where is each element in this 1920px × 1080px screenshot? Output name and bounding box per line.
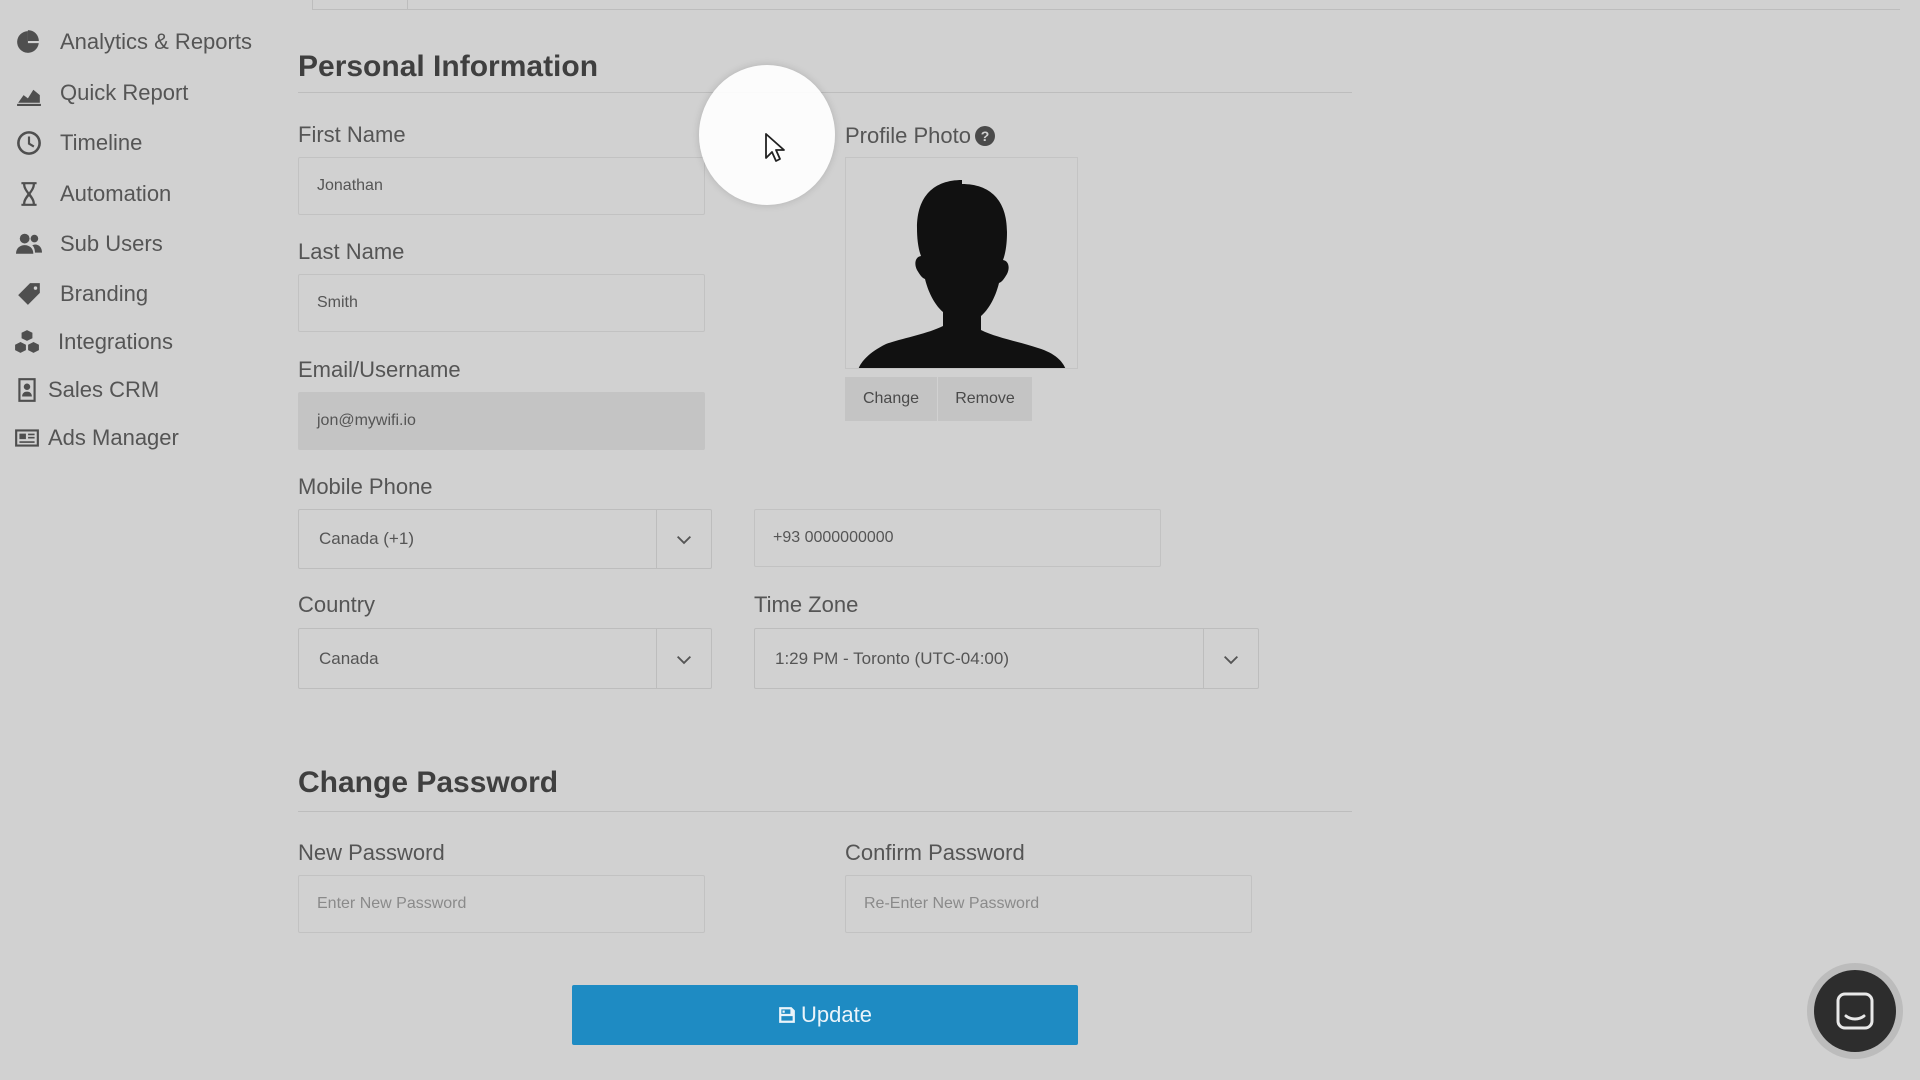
sidebar-item-integrations[interactable]: Integrations [12, 322, 173, 362]
last-name-input[interactable]: Smith [298, 274, 705, 332]
sidebar-item-label: Ads Manager [48, 425, 179, 450]
last-name-label: Last Name [298, 239, 405, 264]
hourglass-icon [14, 179, 44, 209]
timezone-value: 1:29 PM - Toronto (UTC-04:00) [775, 648, 1009, 668]
section-title-personal: Personal Information [298, 50, 599, 83]
sidebar-item-label: Analytics & Reports [60, 29, 252, 54]
sidebar: Analytics & Reports Quick Report Timelin… [0, 0, 280, 1080]
confirm-password-label: Confirm Password [845, 840, 1025, 865]
sidebar-item-label: Quick Report [60, 80, 189, 105]
new-password-label: New Password [298, 840, 445, 865]
contact-card-icon [12, 375, 42, 405]
first-name-label: First Name [298, 122, 406, 147]
sidebar-item-label: Timeline [60, 130, 143, 155]
sidebar-item-automation[interactable]: Automation [14, 174, 171, 214]
chat-launcher-button[interactable] [1807, 963, 1903, 1059]
mouse-cursor-icon [765, 133, 785, 162]
email-label: Email/Username [298, 357, 461, 382]
confirm-password-input[interactable]: Re-Enter New Password [845, 875, 1252, 933]
top-tab[interactable] [312, 0, 408, 10]
sidebar-item-branding[interactable]: Branding [14, 274, 148, 314]
email-field[interactable]: jon@mywifi.io [298, 392, 705, 450]
profile-photo-label: Profile Photo? [845, 123, 995, 149]
update-button[interactable]: Update [572, 985, 1078, 1045]
save-icon [779, 1007, 795, 1023]
sidebar-item-ads-manager[interactable]: Ads Manager [12, 418, 179, 458]
area-chart-icon [14, 78, 44, 108]
sidebar-item-sales-crm[interactable]: Sales CRM [12, 370, 159, 410]
phone-country-select[interactable]: Canada (+1) [298, 509, 712, 569]
profile-photo [845, 157, 1078, 369]
section-divider [298, 811, 1352, 812]
sidebar-item-label: Branding [60, 281, 149, 306]
mobile-phone-label: Mobile Phone [298, 474, 433, 499]
country-select[interactable]: Canada [298, 628, 712, 689]
update-button-label: Update [801, 1002, 872, 1027]
section-divider [298, 92, 1352, 93]
change-photo-button[interactable]: Change [845, 377, 937, 421]
chevron-down-icon[interactable] [656, 510, 711, 568]
newspaper-icon [12, 423, 42, 453]
avatar-silhouette-icon [858, 180, 1066, 368]
phone-country-value: Canada (+1) [319, 529, 414, 548]
chevron-down-icon[interactable] [1203, 629, 1258, 688]
sidebar-item-quick-report[interactable]: Quick Report [14, 73, 188, 113]
sidebar-item-label: Sub Users [60, 231, 163, 256]
sidebar-item-label: Sales CRM [48, 377, 160, 402]
sidebar-item-sub-users[interactable]: Sub Users [14, 224, 163, 264]
phone-number-input[interactable]: +93 0000000000 [754, 509, 1161, 567]
sidebar-item-timeline[interactable]: Timeline [14, 123, 142, 163]
remove-photo-button[interactable]: Remove [938, 377, 1032, 421]
country-value: Canada [319, 648, 379, 668]
new-password-input[interactable]: Enter New Password [298, 875, 705, 933]
users-icon [14, 229, 44, 259]
first-name-input[interactable]: Jonathan [298, 157, 705, 215]
question-circle-icon[interactable]: ? [974, 126, 995, 146]
timezone-select[interactable]: 1:29 PM - Toronto (UTC-04:00) [754, 628, 1259, 689]
top-border [408, 9, 1900, 10]
chat-icon [1836, 992, 1874, 1030]
sidebar-item-label: Automation [60, 181, 172, 206]
cubes-icon [12, 327, 42, 357]
pie-chart-icon [14, 27, 44, 57]
tag-icon [14, 279, 44, 309]
section-title-password: Change Password [298, 766, 559, 799]
sidebar-item-analytics[interactable]: Analytics & Reports [14, 22, 252, 62]
clock-icon [14, 128, 44, 158]
chevron-down-icon[interactable] [656, 629, 711, 688]
timezone-label: Time Zone [754, 592, 859, 617]
country-label: Country [298, 592, 376, 617]
profile-photo-label-text: Profile Photo [845, 123, 971, 148]
sidebar-item-label: Integrations [58, 329, 173, 354]
